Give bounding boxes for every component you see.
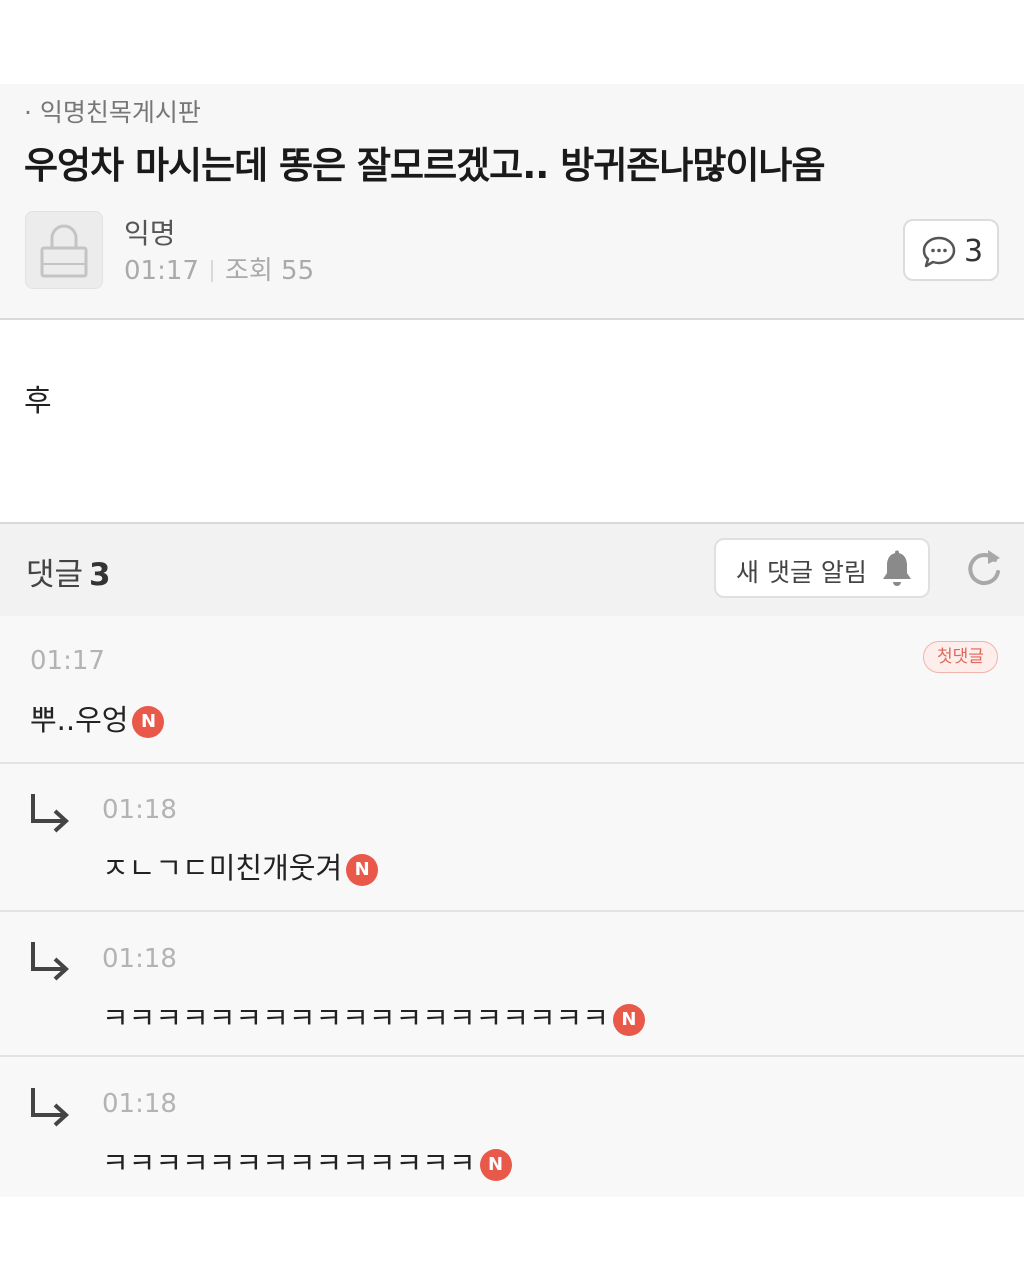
author-avatar xyxy=(25,211,103,289)
post-meta: 01:17 조회 55 xyxy=(124,250,314,287)
author-name: 익명 xyxy=(124,217,176,250)
comment-text: 뿌..우엉 xyxy=(30,703,129,737)
bell-icon xyxy=(883,550,911,586)
comments-label-text: 댓글 xyxy=(26,557,84,593)
comment-count-button[interactable]: 3 xyxy=(903,219,999,281)
reply-arrow-icon xyxy=(31,1088,69,1127)
comment-time: 01:18 xyxy=(102,1089,177,1119)
new-badge: N xyxy=(612,1004,645,1036)
reply-item xyxy=(0,764,1024,912)
first-comment-badge: 첫댓글 xyxy=(923,641,998,673)
comments-label: 댓글 3 xyxy=(26,549,111,594)
reply-arrow-icon xyxy=(31,942,69,981)
comment-item xyxy=(0,616,1024,764)
comment-text-row: ㅈㄴㄱㄷ미친개웃겨 N xyxy=(102,845,379,887)
post-body: 후 xyxy=(24,384,52,419)
post-views: 조회 55 xyxy=(224,256,315,286)
board-name[interactable]: · 익명친목게시판 xyxy=(24,93,201,129)
post-time: 01:17 xyxy=(124,256,199,286)
comment-text-row: 뿌..우엉 N xyxy=(30,697,165,739)
comment-text-row: ㅋㅋㅋㅋㅋㅋㅋㅋㅋㅋㅋㅋㅋㅋㅋㅋㅋㅋㅋ N xyxy=(102,995,645,1037)
comments-count: 3 xyxy=(89,557,111,593)
speech-bubble-icon xyxy=(922,236,956,268)
comment-time: 01:17 xyxy=(30,646,105,676)
comment-text: ㅈㄴㄱㄷ미친개웃겨 xyxy=(102,851,343,885)
new-badge: N xyxy=(479,1149,512,1181)
new-badge: N xyxy=(132,706,165,738)
page-bottom-space xyxy=(0,1197,1024,1280)
refresh-icon[interactable] xyxy=(962,544,1006,592)
lock-icon xyxy=(40,224,88,278)
comment-text: ㅋㅋㅋㅋㅋㅋㅋㅋㅋㅋㅋㅋㅋㅋ xyxy=(102,1146,476,1180)
comment-time: 01:18 xyxy=(102,944,177,974)
reply-arrow-icon xyxy=(31,794,69,833)
new-badge: N xyxy=(346,854,379,886)
comment-text-row: ㅋㅋㅋㅋㅋㅋㅋㅋㅋㅋㅋㅋㅋㅋ N xyxy=(102,1140,512,1182)
comment-text: ㅋㅋㅋㅋㅋㅋㅋㅋㅋㅋㅋㅋㅋㅋㅋㅋㅋㅋㅋ xyxy=(102,1001,609,1035)
comment-time: 01:18 xyxy=(102,795,177,825)
comment-count: 3 xyxy=(964,234,984,269)
new-comment-notify-button[interactable]: 새 댓글 알림 xyxy=(714,538,930,598)
notify-label: 새 댓글 알림 xyxy=(736,558,867,587)
meta-divider xyxy=(210,260,213,282)
post-title: 우엉차 마시는데 똥은 잘모르겠고.. 방귀존나많이나옴 xyxy=(24,144,826,187)
